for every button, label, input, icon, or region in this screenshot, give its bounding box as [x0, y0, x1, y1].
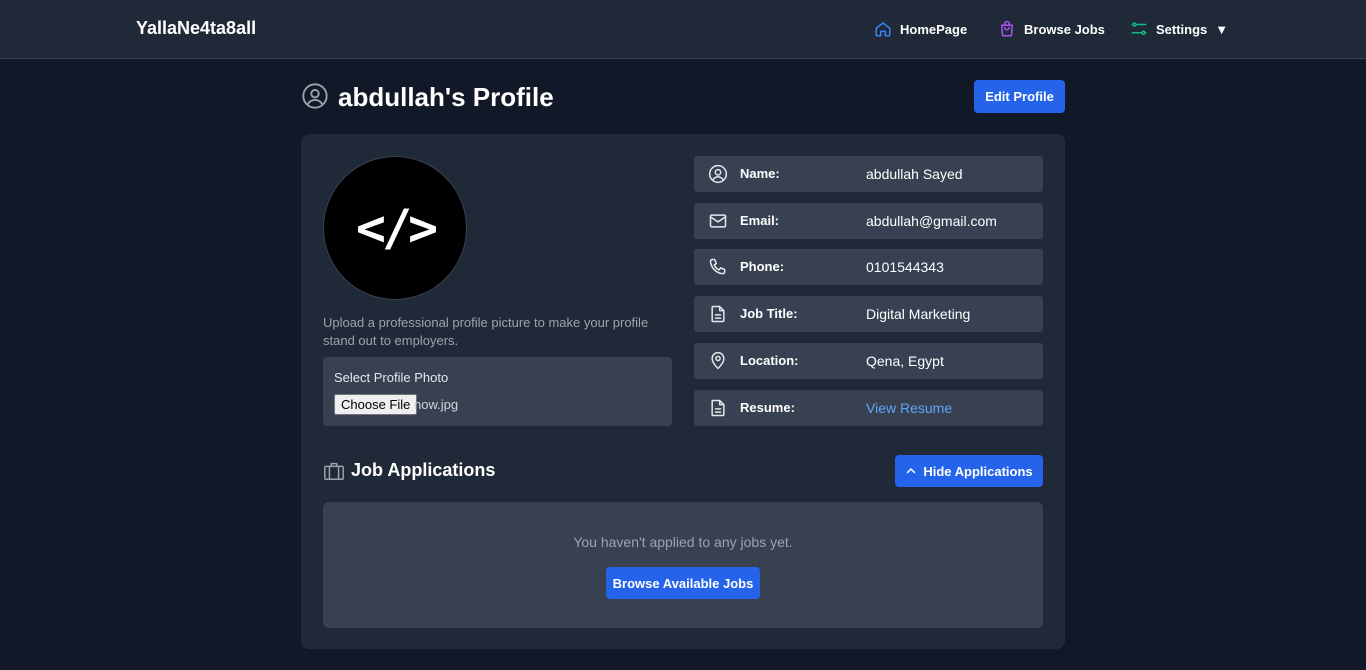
hide-applications-label: Hide Applications: [923, 463, 1033, 479]
avatar: </>: [323, 156, 467, 300]
nav-settings[interactable]: Settings ▼: [1130, 19, 1228, 39]
document-icon: [711, 305, 725, 323]
nav-settings-label: Settings: [1156, 21, 1208, 37]
info-value: Digital Marketing: [866, 306, 971, 322]
sliders-icon: [1131, 22, 1147, 35]
view-resume-link[interactable]: View Resume: [866, 400, 952, 416]
document-icon: [711, 399, 725, 417]
shopping-bag-icon: [1001, 20, 1013, 37]
map-pin-icon: [711, 351, 725, 370]
hide-applications-button[interactable]: Hide Applications: [895, 455, 1043, 487]
applications-title: Job Applications: [351, 460, 496, 480]
applications-empty-state: You haven't applied to any jobs yet. Bro…: [323, 502, 1043, 628]
page-title: abdullah's Profile: [338, 82, 554, 112]
info-label: Location:: [740, 353, 799, 368]
info-label: Name:: [740, 166, 780, 181]
chevron-down-icon: ▼: [1215, 21, 1229, 37]
browse-available-jobs-button[interactable]: Browse Available Jobs: [606, 567, 760, 599]
upload-hint: Upload a professional profile picture to…: [323, 315, 649, 348]
nav-homepage[interactable]: HomePage: [874, 19, 967, 39]
info-value: 0101544343: [866, 259, 944, 275]
info-row-name: Name: abdullah Sayed: [694, 156, 1043, 192]
briefcase-icon: [324, 462, 344, 480]
info-row-job-title: Job Title: Digital Marketing: [694, 296, 1043, 332]
info-value: abdullah Sayed: [866, 166, 963, 182]
user-circle-icon: [708, 164, 728, 184]
brand-logo[interactable]: YallaNe4ta8all: [136, 18, 256, 39]
nav-browse-jobs-label: Browse Jobs: [1024, 21, 1105, 37]
info-row-email: Email: abdullah@gmail.com: [694, 203, 1043, 239]
choose-file-button[interactable]: Choose File: [334, 394, 418, 415]
mail-icon: [709, 214, 727, 228]
nav-browse-jobs[interactable]: Browse Jobs: [998, 19, 1105, 39]
info-value: Qena, Egypt: [866, 353, 944, 369]
home-icon: [875, 22, 891, 37]
navbar: YallaNe4ta8all HomePage Browse Jobs Sett…: [0, 0, 1366, 59]
info-label: Job Title:: [740, 306, 798, 321]
chevron-up-icon: [907, 468, 916, 474]
phone-icon: [709, 258, 726, 275]
upload-label: Select Profile Photo: [334, 370, 449, 385]
info-label: Email:: [740, 213, 780, 228]
info-row-resume: Resume: View Resume: [694, 390, 1043, 426]
photo-upload-box: Select Profile Photo Choose File now.jpg: [323, 357, 672, 426]
empty-message: You haven't applied to any jobs yet.: [573, 534, 793, 550]
selected-file-name: now.jpg: [414, 397, 459, 412]
info-label: Resume:: [740, 400, 795, 415]
user-circle-icon: [302, 83, 328, 109]
code-icon: </>: [355, 199, 438, 257]
info-row-location: Location: Qena, Egypt: [694, 343, 1043, 379]
edit-profile-button[interactable]: Edit Profile: [974, 80, 1065, 113]
info-value: abdullah@gmail.com: [866, 213, 997, 229]
nav-homepage-label: HomePage: [900, 21, 968, 37]
profile-card: </> Upload a professional profile pictur…: [301, 134, 1065, 649]
info-label: Phone:: [740, 259, 785, 274]
info-row-phone: Phone: 0101544343: [694, 249, 1043, 285]
